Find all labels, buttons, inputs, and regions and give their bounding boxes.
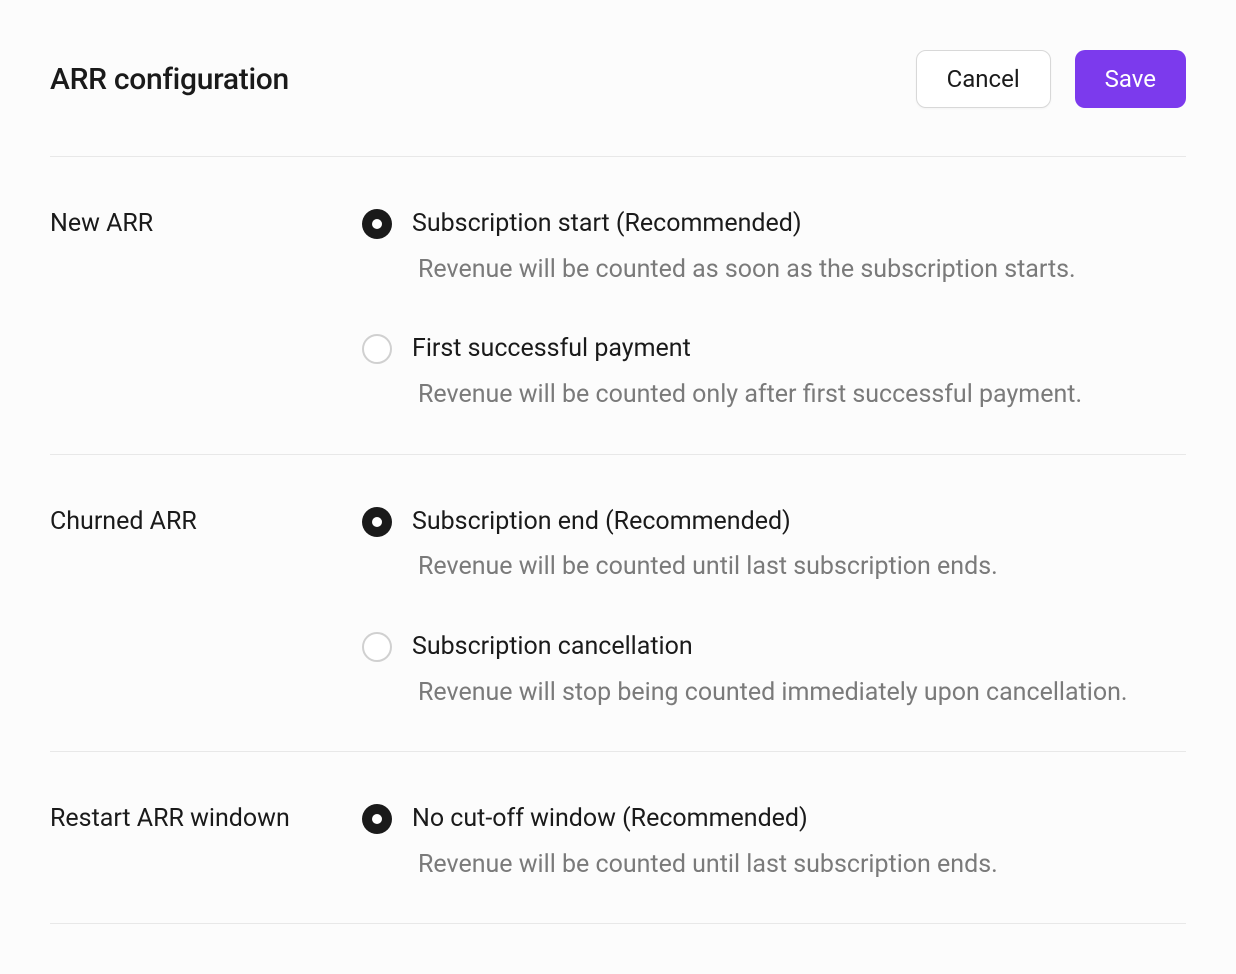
section-churned-arr: Churned ARR Subscription end (Recommende… xyxy=(50,455,1186,753)
radio-icon[interactable] xyxy=(362,209,392,239)
option-title: Subscription cancellation xyxy=(412,630,1186,664)
section-label: Churned ARR xyxy=(50,505,362,712)
radio-icon[interactable] xyxy=(362,804,392,834)
section-label: New ARR xyxy=(50,207,362,414)
option-first-payment[interactable]: First successful payment Revenue will be… xyxy=(362,332,1186,413)
cancel-button[interactable]: Cancel xyxy=(916,50,1051,108)
option-subscription-end[interactable]: Subscription end (Recommended) Revenue w… xyxy=(362,505,1186,586)
section-restart-arr: Restart ARR windown No cut-off window (R… xyxy=(50,752,1186,924)
option-title: Subscription end (Recommended) xyxy=(412,505,1186,539)
option-text: Subscription cancellation Revenue will s… xyxy=(412,630,1186,711)
header: ARR configuration Cancel Save xyxy=(50,50,1186,157)
option-desc: Revenue will be counted until last subsc… xyxy=(412,548,1186,586)
options-list: Subscription end (Recommended) Revenue w… xyxy=(362,505,1186,712)
page-title: ARR configuration xyxy=(50,62,289,97)
options-list: No cut-off window (Recommended) Revenue … xyxy=(362,802,1186,883)
option-desc: Revenue will be counted until last subsc… xyxy=(412,846,1186,884)
radio-icon[interactable] xyxy=(362,507,392,537)
option-text: Subscription end (Recommended) Revenue w… xyxy=(412,505,1186,586)
option-no-cutoff[interactable]: No cut-off window (Recommended) Revenue … xyxy=(362,802,1186,883)
option-subscription-start[interactable]: Subscription start (Recommended) Revenue… xyxy=(362,207,1186,288)
radio-icon[interactable] xyxy=(362,632,392,662)
option-desc: Revenue will stop being counted immediat… xyxy=(412,674,1186,712)
option-title: No cut-off window (Recommended) xyxy=(412,802,1186,836)
option-text: First successful payment Revenue will be… xyxy=(412,332,1186,413)
options-list: Subscription start (Recommended) Revenue… xyxy=(362,207,1186,414)
section-new-arr: New ARR Subscription start (Recommended)… xyxy=(50,157,1186,455)
option-title: Subscription start (Recommended) xyxy=(412,207,1186,241)
option-desc: Revenue will be counted as soon as the s… xyxy=(412,251,1186,289)
radio-icon[interactable] xyxy=(362,334,392,364)
option-text: Subscription start (Recommended) Revenue… xyxy=(412,207,1186,288)
option-desc: Revenue will be counted only after first… xyxy=(412,376,1186,414)
button-group: Cancel Save xyxy=(916,50,1186,108)
option-text: No cut-off window (Recommended) Revenue … xyxy=(412,802,1186,883)
section-label: Restart ARR windown xyxy=(50,802,362,883)
option-subscription-cancellation[interactable]: Subscription cancellation Revenue will s… xyxy=(362,630,1186,711)
option-title: First successful payment xyxy=(412,332,1186,366)
save-button[interactable]: Save xyxy=(1075,50,1186,108)
